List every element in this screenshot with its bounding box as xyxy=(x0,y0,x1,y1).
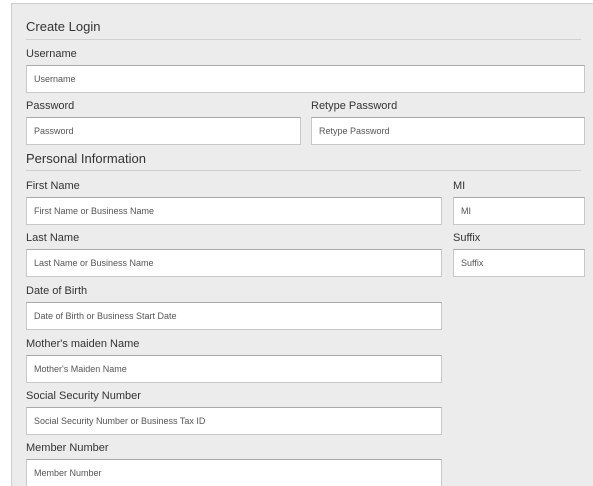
mi-label: MI xyxy=(453,180,466,192)
mothers-maiden-name-input[interactable] xyxy=(26,355,442,383)
personal-information-divider xyxy=(26,170,581,171)
member-number-input[interactable] xyxy=(26,459,442,486)
member-number-label: Member Number xyxy=(26,442,109,454)
password-input[interactable] xyxy=(26,117,301,145)
suffix-input[interactable] xyxy=(453,249,585,277)
retype-password-input[interactable] xyxy=(311,117,585,145)
retype-password-label: Retype Password xyxy=(311,100,398,112)
last-name-label: Last Name xyxy=(26,232,80,244)
first-name-input[interactable] xyxy=(26,197,442,225)
ssn-label: Social Security Number xyxy=(26,390,141,402)
registration-form-panel: Create Login Username Password Retype Pa… xyxy=(11,3,593,486)
username-input[interactable] xyxy=(26,65,585,93)
suffix-label: Suffix xyxy=(453,232,481,244)
last-name-input[interactable] xyxy=(26,249,442,277)
username-label: Username xyxy=(26,48,77,60)
password-label: Password xyxy=(26,100,75,112)
first-name-label: First Name xyxy=(26,180,80,192)
create-login-heading: Create Login xyxy=(26,19,101,34)
mi-input[interactable] xyxy=(453,197,585,225)
personal-information-heading: Personal Information xyxy=(26,151,146,166)
mothers-maiden-name-label: Mother's maiden Name xyxy=(26,338,140,350)
date-of-birth-input[interactable] xyxy=(26,302,442,330)
ssn-input[interactable] xyxy=(26,407,442,435)
date-of-birth-label: Date of Birth xyxy=(26,285,88,297)
create-login-divider xyxy=(26,39,581,40)
